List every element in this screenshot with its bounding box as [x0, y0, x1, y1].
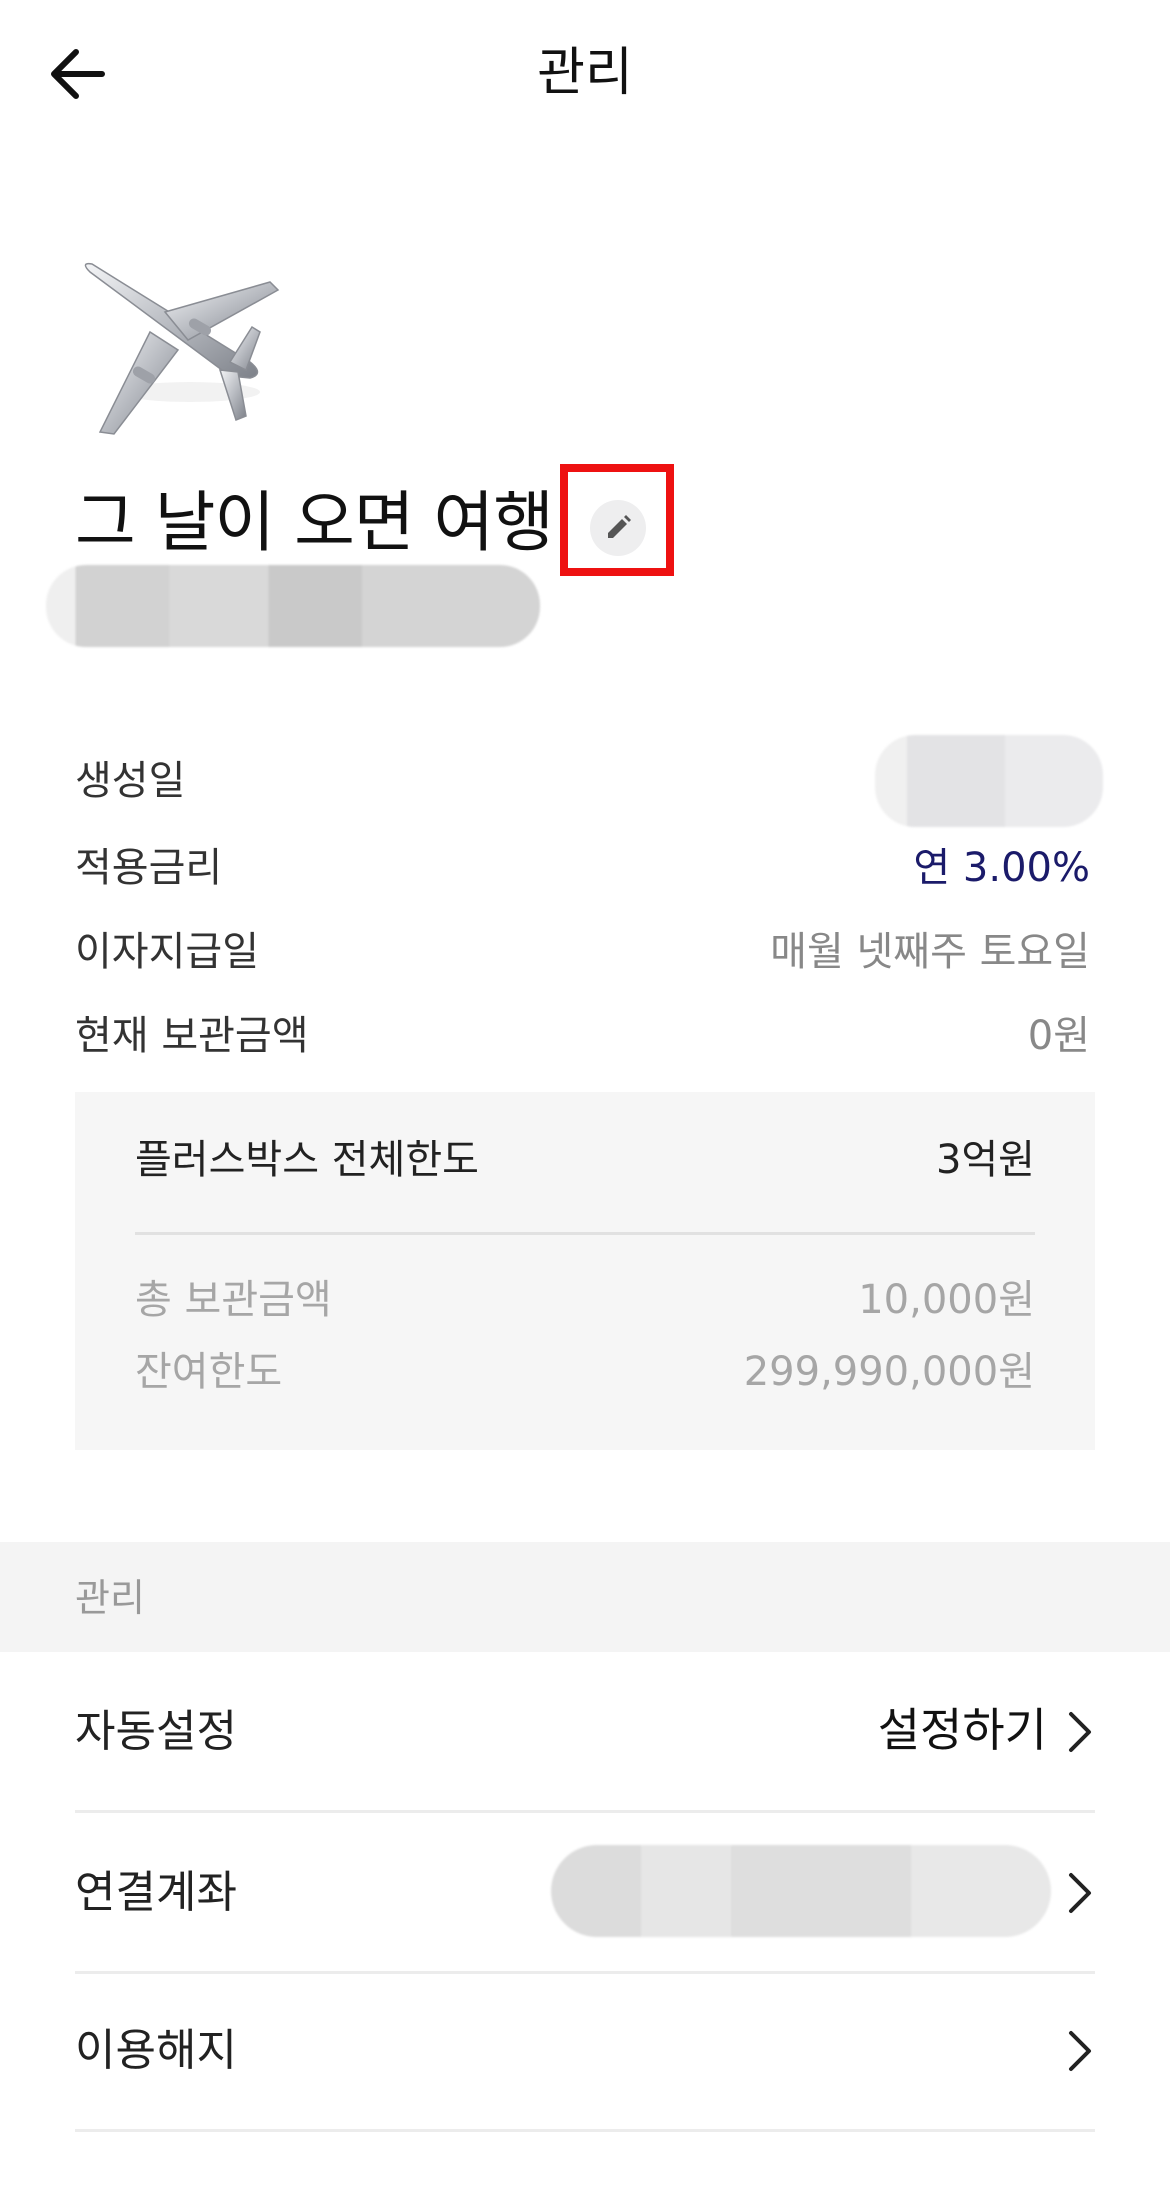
interest-payday-value: 매월 넷째주 토요일	[770, 929, 1090, 975]
auto-setting-action: 설정하기	[877, 1703, 1047, 1757]
current-amount-label: 현재 보관금액	[75, 1013, 309, 1059]
masked-created-date	[875, 735, 1103, 827]
masked-subtitle	[46, 565, 540, 647]
interest-rate-value: 연 3.00%	[913, 845, 1090, 891]
auto-setting-label: 자동설정	[75, 1706, 237, 1757]
interest-rate-label: 적용금리	[75, 845, 223, 891]
linked-account-row[interactable]: 연결계좌	[75, 1813, 1095, 1974]
manage-section-header: 관리	[0, 1542, 1170, 1652]
remaining-limit-value: 299,990,000원	[743, 1349, 1035, 1395]
auto-setting-row[interactable]: 자동설정 설정하기	[75, 1652, 1095, 1813]
current-amount-value: 0원	[1027, 1013, 1090, 1059]
airplane-icon	[70, 252, 290, 452]
linked-account-label: 연결계좌	[75, 1867, 237, 1918]
cancel-service-label: 이용해지	[75, 2025, 237, 2076]
pencil-icon	[608, 515, 631, 538]
created-date-label: 생성일	[75, 758, 186, 804]
chevron-right-icon	[1069, 1873, 1091, 1913]
edit-title-button[interactable]	[590, 500, 646, 556]
page-title: 관리	[537, 43, 633, 103]
chevron-right-icon	[1069, 2031, 1091, 2071]
chevron-right-icon	[1069, 1712, 1091, 1752]
cancel-service-row[interactable]: 이용해지	[75, 1971, 1095, 2132]
savings-box-title: 그 날이 오면 여행	[75, 484, 554, 561]
total-stored-label: 총 보관금액	[135, 1277, 332, 1323]
total-stored-value: 10,000원	[858, 1277, 1035, 1323]
limit-panel: 플러스박스 전체한도 3억원 총 보관금액 10,000원 잔여한도 299,9…	[75, 1092, 1095, 1450]
masked-linked-account	[551, 1845, 1051, 1937]
total-limit-value: 3억원	[935, 1137, 1035, 1183]
manage-section-label: 관리	[75, 1576, 145, 1620]
panel-divider	[135, 1232, 1035, 1235]
total-limit-label: 플러스박스 전체한도	[135, 1137, 479, 1183]
interest-payday-label: 이자지급일	[75, 929, 259, 975]
remaining-limit-label: 잔여한도	[135, 1349, 283, 1395]
